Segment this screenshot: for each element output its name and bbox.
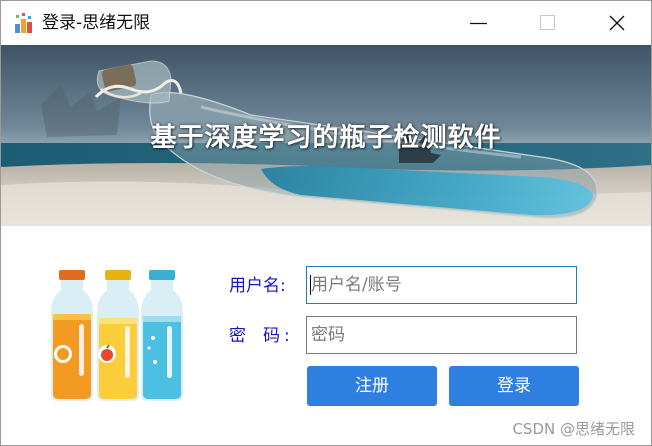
app-logo-icon: [15, 13, 32, 33]
window-title: 登录-思绪无限: [42, 13, 151, 33]
title-bar[interactable]: 登录-思绪无限: [1, 1, 651, 45]
close-button[interactable]: [594, 1, 640, 45]
minimize-button[interactable]: [461, 1, 507, 45]
username-input[interactable]: [306, 266, 577, 304]
maximize-button[interactable]: [523, 1, 569, 45]
login-window: 登录-思绪无限 基于深度学习的瓶子检测软件 用户名: 用户名/账号 密 码: …: [0, 0, 652, 446]
watermark: CSDN @思绪无限: [512, 420, 635, 438]
login-button[interactable]: 登录: [449, 366, 579, 406]
minimize-icon: [470, 22, 487, 25]
banner-title: 基于深度学习的瓶子检测软件: [150, 123, 502, 153]
text-caret: [310, 275, 311, 295]
password-label-colon: :: [284, 326, 290, 346]
maximize-icon: [540, 15, 555, 30]
banner: 基于深度学习的瓶子检测软件: [1, 45, 651, 226]
password-label-char-2: 码: [263, 326, 280, 346]
password-label-char-1: 密: [229, 326, 246, 346]
register-button[interactable]: 注册: [307, 366, 437, 406]
password-input[interactable]: [306, 316, 577, 354]
three-bottles-icon: [51, 270, 183, 401]
close-icon: [609, 15, 625, 31]
username-label: 用户名:: [229, 276, 286, 296]
